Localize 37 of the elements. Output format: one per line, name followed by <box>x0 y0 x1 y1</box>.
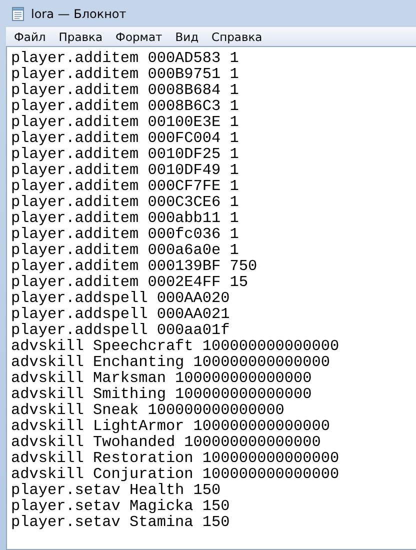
text-line: player.additem 0010DF49 1 <box>11 162 239 178</box>
text-line: advskill Restoration 100000000000000 <box>11 450 340 466</box>
text-line: advskill Smithing 100000000000000 <box>11 386 312 402</box>
text-line: player.addspell 000AA020 <box>11 290 230 306</box>
text-line: player.setav Magicka 150 <box>11 498 230 514</box>
menu-item[interactable]: Файл <box>14 30 46 44</box>
text-line: player.additem 000a6a0e 1 <box>11 242 239 258</box>
text-line: player.addspell 000AA021 <box>11 306 230 322</box>
text-line: player.setav Health 150 <box>11 482 221 498</box>
text-line: player.additem 000CF7FE 1 <box>11 178 239 194</box>
text-line: advskill Sneak 100000000000000 <box>11 402 284 418</box>
text-line: player.additem 000abb11 1 <box>11 210 239 226</box>
text-line: advskill LightArmor 100000000000000 <box>11 418 330 434</box>
text-line: player.additem 000139BF 750 <box>11 258 258 274</box>
text-line: advskill Enchanting 100000000000000 <box>11 354 330 370</box>
text-line: player.additem 000C3CE6 1 <box>11 194 239 210</box>
text-line: player.additem 0002E4FF 15 <box>11 274 248 290</box>
text-line: advskill Speechcraft 100000000000000 <box>11 338 340 354</box>
text-line: player.additem 000fc036 1 <box>11 226 239 242</box>
text-line: player.additem 0010DF25 1 <box>11 146 239 162</box>
menu-item[interactable]: Вид <box>175 30 199 44</box>
menu-item[interactable]: Формат <box>116 30 162 44</box>
menu-item[interactable]: Справка <box>212 30 262 44</box>
text-line: player.additem 00100E3E 1 <box>11 114 239 130</box>
text-line: advskill Twohanded 100000000000000 <box>11 434 321 450</box>
text-line: advskill Marksman 100000000000000 <box>11 370 312 386</box>
text-line: player.additem 0008B6C3 1 <box>11 98 239 114</box>
window-title: lora — Блокнот <box>31 6 126 20</box>
text-line: player.additem 0008B684 1 <box>11 82 239 98</box>
text-line: player.additem 000AD583 1 <box>11 50 239 66</box>
notepad-icon <box>10 6 26 22</box>
text-line: player.setav Stamina 150 <box>11 514 230 530</box>
menu-item[interactable]: Правка <box>58 30 103 44</box>
text-line: player.additem 000B9751 1 <box>11 66 239 82</box>
text-line: player.addspell 000aa01f <box>11 322 230 338</box>
text-line: advskill Conjuration 100000000000000 <box>11 466 340 482</box>
text-line: player.additem 000FC004 1 <box>11 130 239 146</box>
